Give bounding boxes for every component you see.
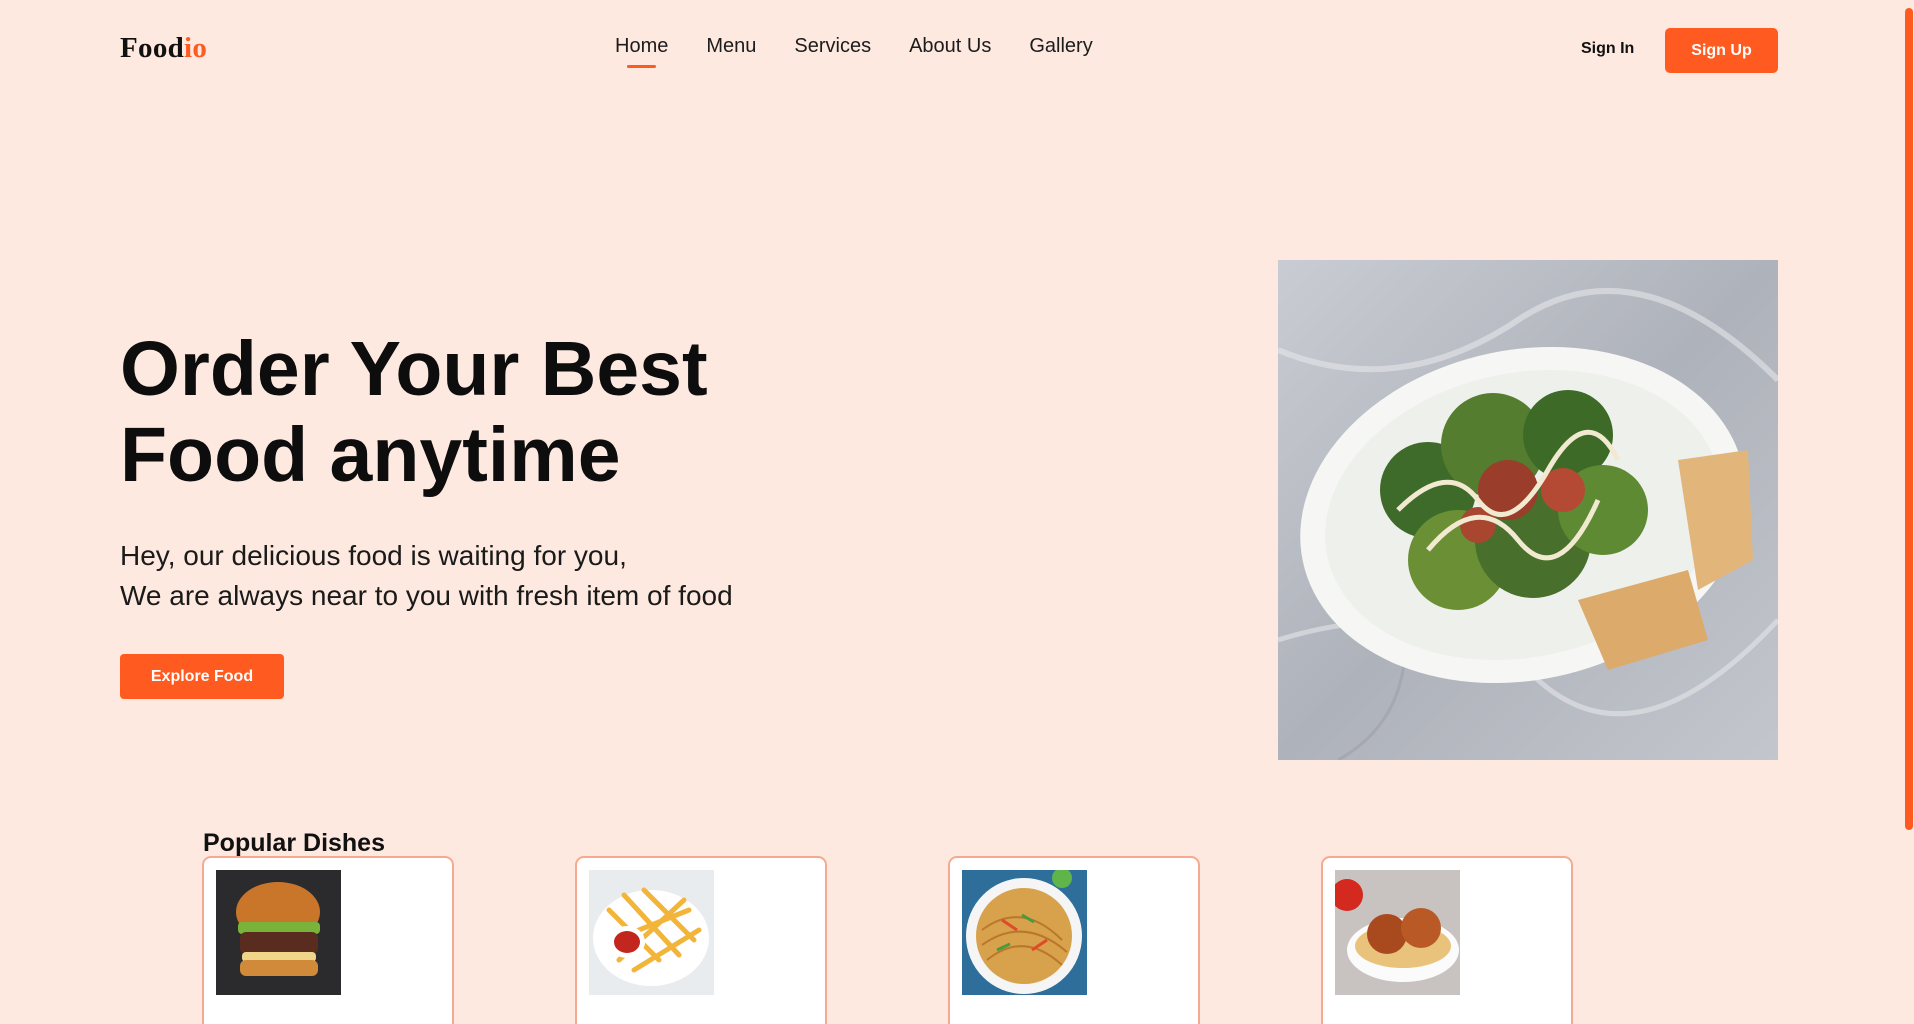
nav-item-about-us[interactable]: About Us [909,35,991,58]
logo-text: Food [120,32,185,64]
nav-item-home[interactable]: Home [615,35,668,68]
hero-title: Order Your Best Food anytime [120,326,880,498]
noodles-photo-graphic [962,870,1087,995]
hero-title-line-2: Food anytime [120,412,621,498]
scrollbar-thumb[interactable] [1905,8,1913,830]
hero-subtitle-line-2: We are always near to you with fresh ite… [120,580,733,611]
dish-card-fries[interactable] [575,856,827,1024]
sign-in-link[interactable]: Sign In [1581,40,1634,58]
dish-card-gulab-jamun[interactable] [1321,856,1573,1024]
fries-image [589,870,714,995]
popular-dishes-title: Popular Dishes [203,829,385,857]
hero-title-line-1: Order Your Best [120,326,708,412]
salad-photo-graphic [1278,260,1778,760]
fries-photo-graphic [589,870,714,995]
sign-up-button[interactable]: Sign Up [1665,28,1778,73]
gulab-jamun-photo-graphic [1335,870,1460,995]
hero-subtitle-line-1: Hey, our delicious food is waiting for y… [120,540,627,571]
page-scrollbar[interactable] [1901,0,1914,1024]
burger-photo-graphic [216,870,341,995]
dish-card-burger[interactable] [202,856,454,1024]
nav-item-services[interactable]: Services [794,35,871,58]
hero-subtitle: Hey, our delicious food is waiting for y… [120,536,880,616]
nav-item-menu[interactable]: Menu [706,35,756,58]
main-nav: Home Menu Services About Us Gallery [615,35,1093,68]
logo-accent-text: io [184,32,208,64]
gulab-jamun-image [1335,870,1460,995]
burger-image [216,870,341,995]
nav-item-gallery[interactable]: Gallery [1029,35,1092,58]
hero-salad-image [1278,260,1778,760]
noodles-image [962,870,1087,995]
dish-card-noodles[interactable] [948,856,1200,1024]
brand-logo[interactable]: Foodio [120,32,207,65]
explore-food-button[interactable]: Explore Food [120,654,284,699]
